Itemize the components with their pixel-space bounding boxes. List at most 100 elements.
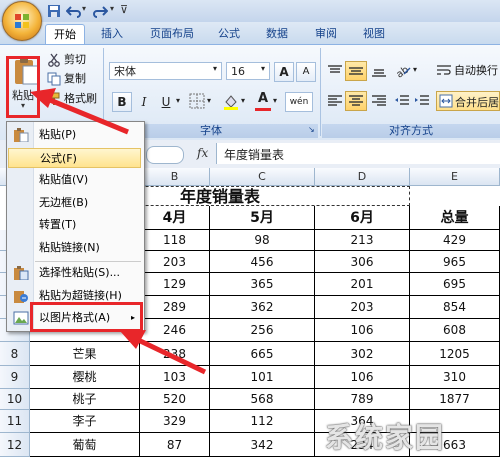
- row-header[interactable]: 11: [0, 410, 30, 433]
- underline-button[interactable]: U: [156, 92, 176, 112]
- column-header-c[interactable]: C: [210, 168, 315, 186]
- row-header[interactable]: 9: [0, 366, 30, 389]
- value-cell[interactable]: 665: [210, 342, 315, 366]
- redo-dropdown-icon[interactable]: ▾: [110, 4, 114, 13]
- merge-center-button[interactable]: 合并后居: [436, 91, 500, 111]
- value-cell[interactable]: 456: [210, 251, 315, 273]
- save-icon[interactable]: [46, 3, 62, 19]
- menu-item-transpose[interactable]: 转置(T): [8, 215, 141, 235]
- menu-item-paste-values[interactable]: 粘贴值(V): [8, 170, 141, 190]
- value-cell[interactable]: 106: [315, 319, 410, 342]
- column-header-e[interactable]: E: [410, 168, 500, 186]
- office-button[interactable]: [2, 1, 42, 41]
- undo-dropdown-icon[interactable]: ▾: [82, 4, 86, 13]
- value-cell[interactable]: 310: [410, 366, 500, 389]
- font-name-box[interactable]: 宋体: [109, 62, 222, 80]
- value-cell[interactable]: 1205: [410, 342, 500, 366]
- font-size-dropdown-icon[interactable]: ▾: [261, 64, 265, 73]
- italic-button[interactable]: I: [134, 92, 154, 112]
- menu-item-paste[interactable]: 粘贴(P): [8, 125, 141, 145]
- fruit-name-cell[interactable]: 葡萄: [30, 433, 140, 457]
- borders-icon[interactable]: [189, 93, 205, 109]
- increase-indent-icon[interactable]: [414, 94, 430, 108]
- menu-item-paste-link[interactable]: 粘贴链接(N): [8, 238, 141, 258]
- tab-data[interactable]: 数据: [258, 24, 296, 44]
- menu-item-formulas[interactable]: 公式(F): [8, 148, 141, 168]
- value-cell[interactable]: 965: [410, 251, 500, 273]
- fruit-name-cell[interactable]: 桃子: [30, 389, 140, 410]
- tab-page-layout[interactable]: 页面布局: [142, 24, 202, 44]
- value-cell[interactable]: 129: [140, 273, 210, 296]
- value-cell[interactable]: 101: [210, 366, 315, 389]
- value-cell[interactable]: 112: [210, 410, 315, 433]
- value-cell[interactable]: 306: [315, 251, 410, 273]
- format-painter-button[interactable]: 格式刷: [64, 89, 97, 109]
- menu-item-paste-special[interactable]: 选择性粘贴(S)...: [8, 263, 141, 283]
- value-cell[interactable]: 246: [140, 319, 210, 342]
- value-cell[interactable]: 201: [315, 273, 410, 296]
- value-cell[interactable]: 87: [140, 433, 210, 457]
- value-cell[interactable]: 520: [140, 389, 210, 410]
- orientation-icon[interactable]: ab: [394, 62, 412, 78]
- tab-view[interactable]: 视图: [355, 24, 393, 44]
- undo-icon[interactable]: [66, 3, 82, 19]
- top-align-icon[interactable]: [327, 64, 343, 78]
- value-cell[interactable]: 695: [410, 273, 500, 296]
- value-cell[interactable]: 854: [410, 296, 500, 319]
- value-cell[interactable]: 362: [210, 296, 315, 319]
- value-cell[interactable]: 203: [315, 296, 410, 319]
- decrease-indent-icon[interactable]: [394, 94, 410, 108]
- borders-dropdown-icon[interactable]: ▾: [207, 96, 211, 105]
- value-cell[interactable]: 568: [210, 389, 315, 410]
- orientation-dropdown-icon[interactable]: ▾: [413, 65, 417, 74]
- bottom-align-icon[interactable]: [371, 64, 387, 78]
- font-name-dropdown-icon[interactable]: ▾: [213, 64, 217, 73]
- fruit-name-cell[interactable]: 李子: [30, 410, 140, 433]
- tab-home[interactable]: 开始: [45, 24, 85, 45]
- font-dialog-launcher-icon[interactable]: ↘: [308, 125, 315, 134]
- tab-insert[interactable]: 插入: [93, 24, 131, 44]
- insert-function-button[interactable]: fx: [197, 146, 208, 160]
- value-cell[interactable]: 103: [140, 366, 210, 389]
- header-cell-jun[interactable]: 6月: [315, 206, 410, 230]
- middle-align-button[interactable]: [345, 61, 367, 81]
- grow-font-button[interactable]: A: [274, 62, 294, 82]
- fill-color-dropdown-icon[interactable]: ▾: [241, 96, 245, 105]
- tab-formulas[interactable]: 公式: [210, 24, 248, 44]
- header-cell-may[interactable]: 5月: [210, 206, 315, 230]
- formula-input[interactable]: 年度销量表: [216, 143, 500, 164]
- value-cell[interactable]: 342: [210, 433, 315, 457]
- value-cell[interactable]: 302: [315, 342, 410, 366]
- redo-icon[interactable]: [92, 3, 108, 19]
- font-color-dropdown-icon[interactable]: ▾: [273, 96, 277, 105]
- value-cell[interactable]: 203: [140, 251, 210, 273]
- fill-color-icon[interactable]: [222, 92, 240, 110]
- shrink-font-button[interactable]: A: [296, 62, 316, 82]
- font-color-button[interactable]: A: [254, 91, 272, 111]
- copy-button[interactable]: 复制: [64, 69, 86, 89]
- tab-review[interactable]: 审阅: [307, 24, 345, 44]
- wrap-text-button[interactable]: 自动换行: [454, 61, 498, 81]
- customize-quick-access-icon[interactable]: ⊽: [120, 3, 128, 16]
- cut-button[interactable]: 剪切: [64, 50, 86, 70]
- menu-item-no-borders[interactable]: 无边框(B): [8, 193, 141, 213]
- align-right-icon[interactable]: [371, 94, 387, 108]
- column-header-b[interactable]: B: [140, 168, 210, 186]
- row-header[interactable]: 10: [0, 389, 30, 410]
- value-cell[interactable]: 608: [410, 319, 500, 342]
- value-cell[interactable]: 1877: [410, 389, 500, 410]
- fruit-name-cell[interactable]: 樱桃: [30, 366, 140, 389]
- align-left-icon[interactable]: [327, 94, 343, 108]
- value-cell[interactable]: 98: [210, 230, 315, 251]
- value-cell[interactable]: 106: [315, 366, 410, 389]
- value-cell[interactable]: 289: [140, 296, 210, 319]
- value-cell[interactable]: 329: [140, 410, 210, 433]
- header-cell-total[interactable]: 总量: [410, 206, 500, 230]
- name-box-expander[interactable]: [146, 146, 184, 164]
- value-cell[interactable]: 365: [210, 273, 315, 296]
- value-cell[interactable]: 118: [140, 230, 210, 251]
- value-cell[interactable]: 238: [140, 342, 210, 366]
- value-cell[interactable]: 213: [315, 230, 410, 251]
- column-header-d[interactable]: D: [315, 168, 410, 186]
- row-header[interactable]: 12: [0, 433, 30, 457]
